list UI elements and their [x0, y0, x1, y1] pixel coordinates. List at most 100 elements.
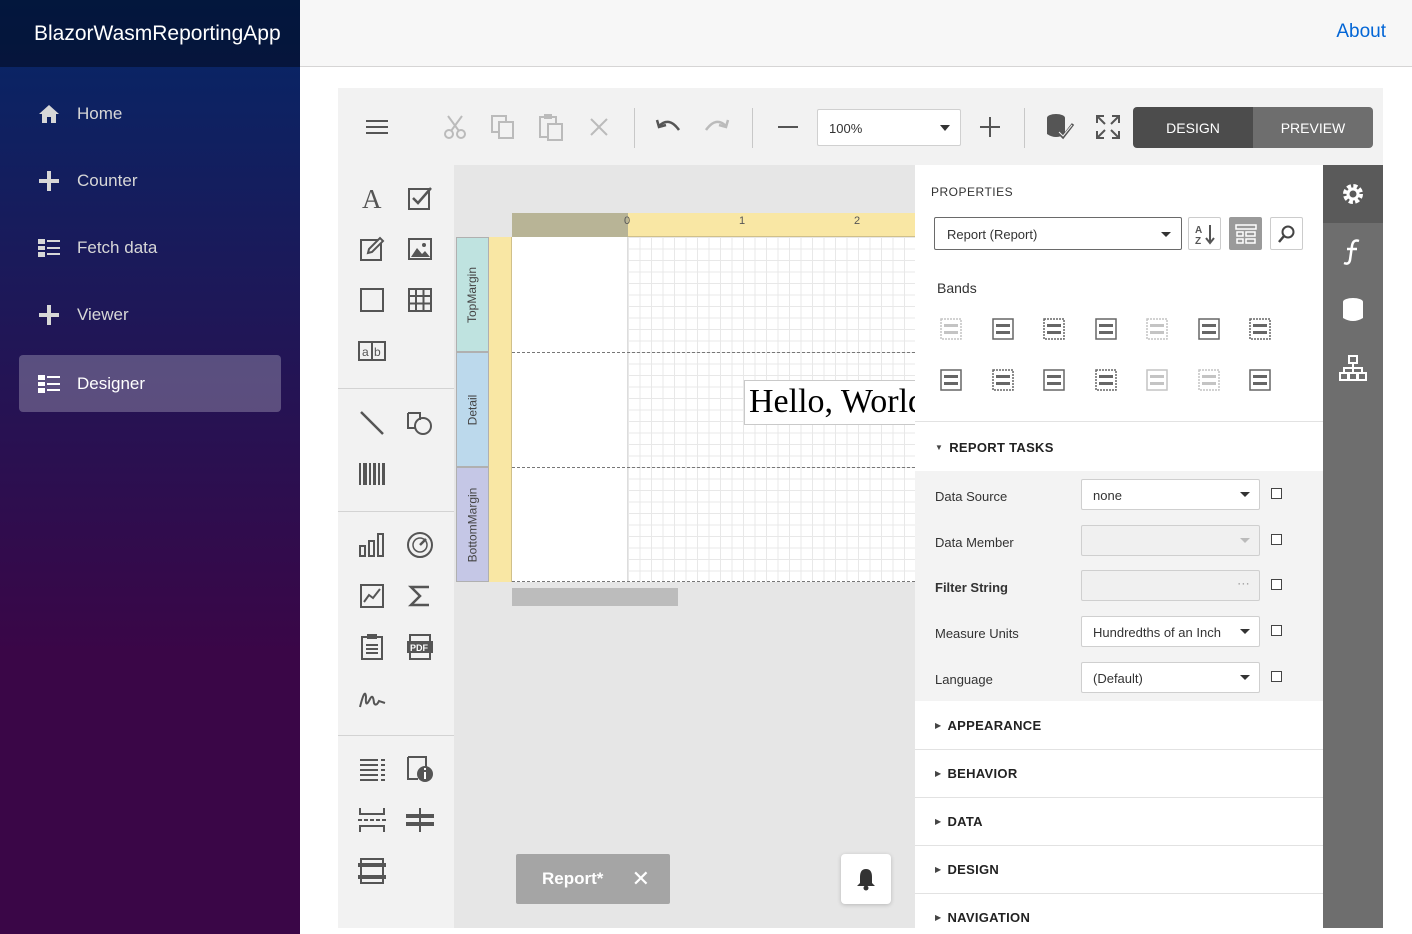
bottom-margin-band-icon[interactable]: [1246, 366, 1274, 394]
redo-icon[interactable]: [701, 112, 731, 142]
barcode-tool-icon[interactable]: [356, 458, 388, 490]
prop-checkbox[interactable]: [1271, 625, 1282, 636]
label-tool-icon[interactable]: A: [356, 182, 388, 214]
expand-icon: ▶: [935, 816, 942, 826]
section-design[interactable]: ▶ DESIGN: [915, 845, 1323, 893]
band-topmargin[interactable]: TopMargin: [456, 237, 489, 352]
prop-checkbox[interactable]: [1271, 579, 1282, 590]
tab-field-list[interactable]: [1323, 281, 1383, 339]
categorized-button[interactable]: [1229, 217, 1262, 250]
character-comb-tool-icon[interactable]: ab: [356, 335, 388, 367]
picture-tool-icon[interactable]: [404, 233, 436, 265]
ellipsis-icon[interactable]: ⋯: [1237, 576, 1250, 592]
detail-report-band-icon[interactable]: [1092, 315, 1120, 343]
table-tool-icon[interactable]: [404, 284, 436, 316]
data-member-select[interactable]: [1081, 525, 1260, 556]
nav-item-home[interactable]: Home: [19, 86, 281, 142]
notifications-button[interactable]: [841, 854, 891, 904]
section-report-tasks[interactable]: ▼ REPORT TASKS: [915, 423, 1323, 471]
band-detail[interactable]: Detail: [456, 352, 489, 467]
group-header-band-icon[interactable]: [989, 315, 1017, 343]
report-label-hello[interactable]: Hello, World!: [744, 380, 915, 425]
prop-checkbox[interactable]: [1271, 671, 1282, 682]
menu-icon[interactable]: [362, 112, 392, 142]
filter-string-input[interactable]: ⋯: [1081, 570, 1260, 601]
report-header-band-icon[interactable]: [937, 315, 965, 343]
richtext-tool-icon[interactable]: [356, 233, 388, 265]
page-header-band-icon[interactable]: [1246, 315, 1274, 343]
zoom-out-icon[interactable]: [773, 112, 803, 142]
cut-icon[interactable]: [440, 112, 470, 142]
app-title[interactable]: BlazorWasmReportingApp: [0, 0, 300, 67]
sparkline-tool-icon[interactable]: [356, 580, 388, 612]
vertical-total-band-icon[interactable]: [1143, 366, 1171, 394]
page-break-tool-icon[interactable]: [356, 804, 388, 836]
checkbox-tool-icon[interactable]: [404, 182, 436, 214]
report-footer-band-icon[interactable]: [1195, 315, 1223, 343]
section-behavior[interactable]: ▶ BEHAVIOR: [915, 749, 1323, 797]
nav-item-designer[interactable]: Designer: [19, 355, 281, 412]
top-margin-band-icon[interactable]: [1195, 366, 1223, 394]
report-page[interactable]: Hello, World!: [512, 237, 915, 582]
fullscreen-icon[interactable]: [1093, 112, 1123, 142]
language-select[interactable]: (Default): [1081, 662, 1260, 693]
section-appearance[interactable]: ▶ APPEARANCE: [915, 701, 1323, 749]
summary-tool-icon[interactable]: [404, 580, 436, 612]
zoom-in-icon[interactable]: [975, 112, 1005, 142]
subband-icon[interactable]: [989, 366, 1017, 394]
design-button[interactable]: DESIGN: [1133, 107, 1253, 148]
delete-icon[interactable]: [584, 112, 614, 142]
pdf-content-tool-icon[interactable]: PDF: [404, 631, 436, 663]
page-footer-band-icon[interactable]: [937, 366, 965, 394]
tab-expressions[interactable]: [1323, 223, 1383, 281]
prop-row-measure-units: Measure Units Hundredths of an Inch: [915, 614, 1323, 654]
shape-tool-icon[interactable]: [404, 407, 436, 439]
measure-units-select[interactable]: Hundredths of an Inch: [1081, 616, 1260, 647]
design-surface[interactable]: 0 1 2 TopMargin Detail BottomMargin Hell…: [454, 165, 915, 928]
tab-properties[interactable]: [1323, 165, 1383, 223]
band-bottommargin[interactable]: BottomMargin: [456, 467, 489, 582]
vertical-header-band-icon[interactable]: [1040, 366, 1068, 394]
group-footer-band-icon[interactable]: [1143, 315, 1171, 343]
nav-item-counter[interactable]: Counter: [19, 153, 281, 209]
nav-item-fetch-data[interactable]: Fetch data: [19, 220, 281, 276]
gauge-tool-icon[interactable]: [404, 529, 436, 561]
tab-report-explorer[interactable]: [1323, 339, 1383, 397]
chart-tool-icon[interactable]: [356, 529, 388, 561]
page-info-tool-icon[interactable]: [404, 753, 436, 785]
sort-az-button[interactable]: AZ: [1188, 217, 1221, 250]
report-tab[interactable]: Report* ✕: [516, 854, 670, 904]
cross-band-box-tool-icon[interactable]: [356, 855, 388, 887]
signature-tool-icon[interactable]: [356, 682, 388, 714]
panel-tool-icon[interactable]: [356, 284, 388, 316]
undo-icon[interactable]: [654, 112, 684, 142]
nav-item-viewer[interactable]: Viewer: [19, 287, 281, 343]
detail-band-icon[interactable]: [1040, 315, 1068, 343]
band-label: Detail: [465, 394, 480, 425]
toolbox: A ab PDF: [338, 165, 454, 928]
horizontal-scrollbar[interactable]: [512, 588, 678, 606]
prop-checkbox[interactable]: [1271, 488, 1282, 499]
search-button[interactable]: [1270, 217, 1303, 250]
paste-icon[interactable]: [536, 112, 566, 142]
line-tool-icon[interactable]: [356, 407, 388, 439]
zoom-select[interactable]: 100%: [817, 109, 961, 146]
section-data[interactable]: ▶ DATA: [915, 797, 1323, 845]
data-source-select[interactable]: none: [1081, 479, 1260, 510]
cross-band-line-tool-icon[interactable]: [404, 804, 436, 836]
component-select[interactable]: Report (Report): [934, 217, 1182, 250]
subreport-tool-icon[interactable]: [356, 631, 388, 663]
close-icon[interactable]: ✕: [632, 866, 650, 892]
prop-checkbox[interactable]: [1271, 534, 1282, 545]
band-label: TopMargin: [465, 266, 480, 323]
copy-icon[interactable]: [488, 112, 518, 142]
table-of-contents-tool-icon[interactable]: [356, 753, 388, 785]
about-link[interactable]: About: [1336, 21, 1386, 43]
validate-bindings-icon[interactable]: [1045, 112, 1075, 142]
report-tasks-body: Data Source none Data Member Filter Stri…: [915, 471, 1323, 701]
vertical-detail-band-icon[interactable]: [1092, 366, 1120, 394]
preview-button[interactable]: PREVIEW: [1253, 107, 1373, 148]
section-navigation[interactable]: ▶ NAVIGATION: [915, 893, 1323, 928]
page-left-margin: [512, 237, 628, 582]
expand-icon: ▶: [935, 720, 942, 730]
